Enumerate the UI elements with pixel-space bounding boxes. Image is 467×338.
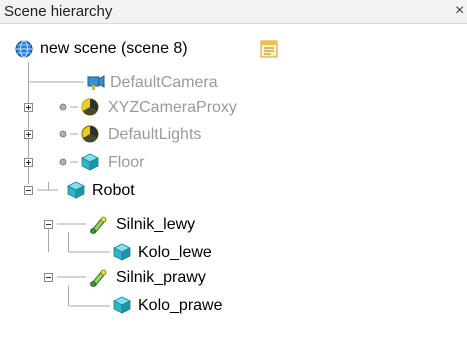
panel-titlebar: Scene hierarchy × xyxy=(0,0,467,24)
cube-icon xyxy=(67,181,85,199)
tree-row-default-camera[interactable]: DefaultCamera xyxy=(0,70,467,96)
visibility-dot-icon[interactable] xyxy=(59,158,67,166)
scene-properties-icon[interactable] xyxy=(258,38,280,60)
visibility-dot-icon[interactable] xyxy=(59,130,67,138)
collapse-minus-icon[interactable] xyxy=(24,186,33,195)
tree-item-label: Silnik_lewy xyxy=(116,216,196,233)
light-icon xyxy=(81,125,99,143)
collapse-minus-icon[interactable] xyxy=(44,220,53,229)
tree-item-label: Kolo_prawe xyxy=(138,297,223,314)
tree-item-label: Floor xyxy=(108,154,145,171)
tree-item-label: Silnik_prawy xyxy=(116,269,206,286)
tree-item-label: new scene (scene 8) xyxy=(40,40,188,57)
tree-row-kolo-prawe[interactable]: Kolo_prawe xyxy=(0,293,467,319)
camera-icon xyxy=(87,75,105,90)
tree-item-label: Robot xyxy=(92,182,135,199)
tree-row-root[interactable]: new scene (scene 8) xyxy=(0,36,467,62)
tree-row-default-lights[interactable]: DefaultLights xyxy=(0,122,467,148)
scene-hierarchy-panel: Scene hierarchy × new scene (scene 8) De… xyxy=(0,0,467,338)
tree-item-label: Kolo_lewe xyxy=(138,244,212,261)
dummy-icon xyxy=(81,98,99,116)
expand-plus-icon[interactable] xyxy=(24,130,33,139)
expand-plus-icon[interactable] xyxy=(24,158,33,167)
joint-icon xyxy=(90,269,107,287)
tree-row-xyz-camera-proxy[interactable]: XYZCameraProxy xyxy=(0,95,467,121)
collapse-minus-icon[interactable] xyxy=(44,273,53,282)
close-icon[interactable]: × xyxy=(455,1,467,21)
tree-row-silnik-lewy[interactable]: Silnik_lewy xyxy=(0,212,467,238)
visibility-dot-icon[interactable] xyxy=(59,103,67,111)
expand-plus-icon[interactable] xyxy=(24,103,33,112)
scene-tree: new scene (scene 8) DefaultCamera XYZCam… xyxy=(0,24,467,338)
cube-icon xyxy=(113,296,131,314)
tree-row-robot[interactable]: Robot xyxy=(0,178,467,204)
tree-row-kolo-lewe[interactable]: Kolo_lewe xyxy=(0,240,467,266)
tree-row-floor[interactable]: Floor xyxy=(0,150,467,176)
cube-icon xyxy=(113,243,131,261)
cube-icon xyxy=(81,153,99,171)
tree-item-label: DefaultCamera xyxy=(110,74,218,91)
tree-item-label: DefaultLights xyxy=(108,126,202,143)
globe-icon xyxy=(15,40,33,58)
tree-item-label: XYZCameraProxy xyxy=(108,99,237,116)
joint-icon xyxy=(90,216,107,234)
panel-title: Scene hierarchy xyxy=(4,3,113,20)
tree-row-silnik-prawy[interactable]: Silnik_prawy xyxy=(0,265,467,291)
